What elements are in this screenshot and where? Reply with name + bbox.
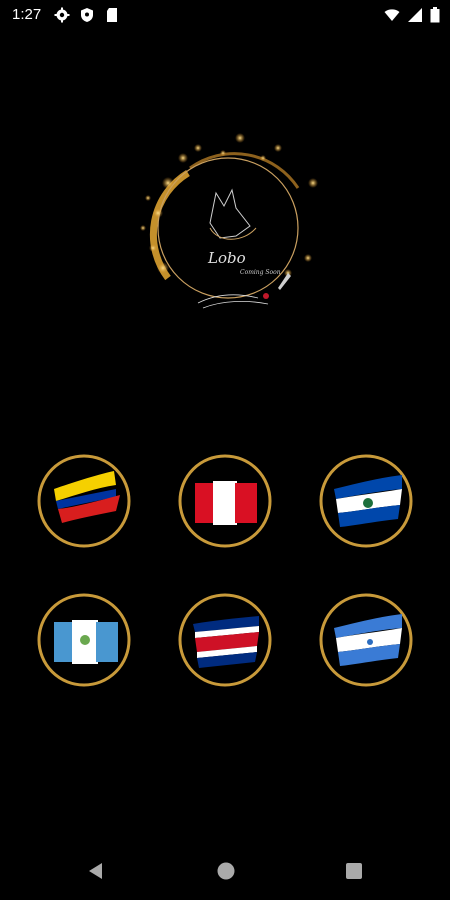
- home-icon[interactable]: [216, 861, 236, 881]
- gear-icon: [54, 7, 70, 23]
- status-time: 1:27: [12, 6, 42, 23]
- colombia-flag-icon: [37, 454, 131, 548]
- brand-logo: Lobo Coming Soon: [128, 128, 328, 318]
- navigation-bar: [0, 845, 450, 900]
- peru-flag-icon: [178, 454, 272, 548]
- shield-icon: [81, 8, 93, 22]
- battery-icon: [430, 7, 440, 23]
- el-salvador-flag-icon: [319, 454, 413, 548]
- logo-script: Lobo: [207, 249, 246, 267]
- sd-card-icon: [107, 8, 117, 22]
- logo-subtext: Coming Soon: [240, 269, 281, 276]
- status-bar: 1:27: [0, 0, 450, 30]
- flag-button-el-salvador[interactable]: [318, 453, 414, 549]
- back-icon[interactable]: [86, 861, 106, 881]
- flag-button-nicaragua[interactable]: [318, 592, 414, 688]
- costa-rica-flag-icon: [178, 593, 272, 687]
- flag-button-costa-rica[interactable]: [177, 592, 273, 688]
- status-icons-right: [384, 7, 440, 23]
- flag-button-colombia[interactable]: [36, 453, 132, 549]
- flag-button-guatemala[interactable]: [36, 592, 132, 688]
- signal-icon: [408, 8, 422, 22]
- nicaragua-flag-icon: [319, 593, 413, 687]
- guatemala-flag-icon: [37, 593, 131, 687]
- recents-icon[interactable]: [345, 862, 363, 880]
- status-icons-left: [54, 7, 120, 23]
- wifi-icon: [384, 9, 400, 21]
- flag-button-peru[interactable]: [177, 453, 273, 549]
